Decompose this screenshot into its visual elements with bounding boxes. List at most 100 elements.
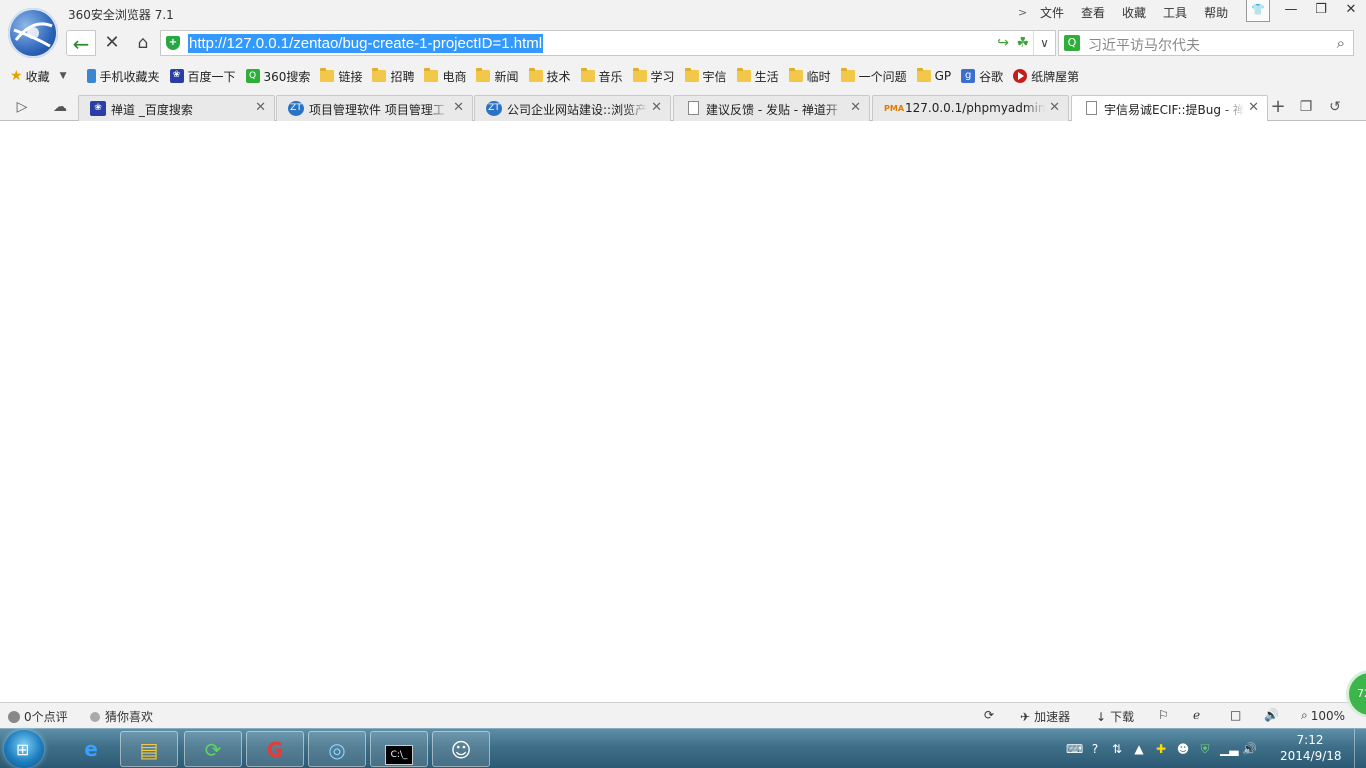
guess-you-like[interactable]: 猜你喜欢 bbox=[90, 708, 153, 725]
close-tab-icon[interactable]: ✕ bbox=[651, 100, 662, 115]
close-tab-icon[interactable]: ✕ bbox=[1049, 100, 1060, 115]
cloud-icon[interactable]: ☁ bbox=[50, 97, 70, 117]
tab[interactable]: 建议反馈 - 发贴 - 禅道开 ✕ bbox=[673, 95, 870, 121]
bookmark-folder[interactable]: 临时 bbox=[788, 68, 831, 85]
refresh-status-icon[interactable]: ⟳ bbox=[984, 708, 994, 722]
google-icon: g bbox=[961, 69, 976, 83]
qq-icon[interactable]: ☻ bbox=[1176, 742, 1190, 756]
zoom-control[interactable]: ⌕ 100% bbox=[1301, 708, 1345, 723]
ie-mode-icon[interactable]: ℯ bbox=[1193, 708, 1200, 722]
reviews-status[interactable]: 0个点评 bbox=[8, 708, 68, 725]
arrow-left-icon: ← bbox=[72, 32, 90, 56]
bookmark-folder[interactable]: 学习 bbox=[632, 68, 675, 85]
network-icon[interactable]: ⇅ bbox=[1110, 742, 1124, 756]
browser-logo[interactable] bbox=[8, 8, 58, 58]
stop-button[interactable]: ✕ bbox=[97, 30, 127, 56]
skin-icon[interactable]: 👕 bbox=[1246, 0, 1270, 22]
leaf-icon[interactable]: ☘ bbox=[1016, 35, 1029, 51]
bookmark-folder[interactable]: 生活 bbox=[736, 68, 779, 85]
flag-icon[interactable]: ⚐ bbox=[1158, 708, 1169, 722]
clock[interactable]: 7:12 2014/9/18 bbox=[1280, 732, 1342, 764]
bookmark-folder[interactable]: 宇信 bbox=[684, 68, 727, 85]
start-button[interactable]: ⊞ bbox=[4, 730, 44, 768]
show-desktop-button[interactable] bbox=[1354, 729, 1366, 768]
caret-down-icon[interactable]: ▼ bbox=[60, 71, 67, 81]
maximize-button[interactable]: ❐ bbox=[1306, 0, 1336, 22]
chevron-right-icon[interactable]: > bbox=[1018, 6, 1032, 19]
bookmark-item[interactable]: g 谷歌 bbox=[961, 68, 1003, 85]
new-tab-icon[interactable]: + bbox=[1268, 97, 1288, 117]
close-tab-icon[interactable]: ✕ bbox=[255, 100, 266, 115]
tab[interactable]: ZT 项目管理软件 项目管理工 ✕ bbox=[276, 95, 473, 121]
zentao-icon: ZT bbox=[288, 101, 304, 116]
favorites-button[interactable]: ★ 收藏 ▼ bbox=[10, 68, 77, 85]
volume-icon[interactable]: 🔊 bbox=[1242, 742, 1257, 756]
accelerator-button[interactable]: ✈ 加速器 bbox=[1020, 708, 1070, 725]
search-icon[interactable]: ⌕ bbox=[1337, 34, 1345, 52]
help-icon[interactable]: ? bbox=[1088, 742, 1102, 756]
tab-title: 宇信易诚ECIF::提Bug - 禅 bbox=[1104, 103, 1244, 117]
title-bar: 360安全浏览器 7.1 > 文件 查看 收藏 工具 帮助 👕 — ❐ ✕ bbox=[0, 0, 1366, 28]
address-bar[interactable]: + http://127.0.0.1/zentao/bug-create-1-p… bbox=[160, 30, 1056, 56]
menu-view[interactable]: 查看 bbox=[1081, 4, 1105, 21]
keyboard-icon[interactable]: ⌨ bbox=[1066, 742, 1083, 756]
menu-file[interactable]: 文件 bbox=[1040, 4, 1064, 21]
browser-360-icon[interactable]: ⟳ bbox=[184, 731, 242, 767]
cmd-icon[interactable]: C:\_ bbox=[370, 731, 428, 767]
download-button[interactable]: ↓ 下载 bbox=[1096, 708, 1134, 725]
window-icon[interactable]: □ bbox=[1230, 708, 1241, 722]
bookmark-folder[interactable]: GP bbox=[916, 68, 951, 83]
tab-active[interactable]: 宇信易诚ECIF::提Bug - 禅 ✕ bbox=[1071, 95, 1268, 122]
explorer-icon[interactable]: ▤ bbox=[120, 731, 178, 767]
bookmark-folder[interactable]: 新闻 bbox=[476, 68, 519, 85]
app-red-icon[interactable]: G bbox=[246, 731, 304, 767]
close-window-button[interactable]: ✕ bbox=[1336, 0, 1366, 22]
bookmark-item[interactable]: ❀ 百度一下 bbox=[169, 68, 236, 85]
shield-icon[interactable]: ⛨ bbox=[1198, 742, 1212, 757]
close-tab-icon[interactable]: ✕ bbox=[850, 100, 861, 115]
back-button[interactable]: ← bbox=[66, 30, 96, 56]
sidebar-toggle-icon[interactable]: ▷ bbox=[12, 97, 32, 117]
tab[interactable]: ❀ 禅道 _百度搜索 ✕ bbox=[78, 95, 275, 121]
undo-close-icon[interactable]: ↺ bbox=[1325, 97, 1345, 117]
browser-blue-icon[interactable]: ◎ bbox=[308, 731, 366, 767]
menu-tools[interactable]: 工具 bbox=[1163, 4, 1187, 21]
tab[interactable]: PMA 127.0.0.1/phpmyadmin ✕ bbox=[872, 95, 1069, 121]
bookmark-label: 技术 bbox=[546, 69, 571, 84]
tab-title: 127.0.0.1/phpmyadmin bbox=[905, 101, 1045, 115]
show-hidden-icons[interactable]: ▲ bbox=[1132, 742, 1146, 756]
bookmark-item[interactable]: 纸牌屋第 bbox=[1013, 68, 1079, 85]
page-content[interactable] bbox=[0, 121, 1366, 702]
sound-icon[interactable]: 🔊 bbox=[1264, 708, 1279, 722]
users-icon[interactable]: ☺ bbox=[432, 731, 490, 767]
home-button[interactable]: ⌂ bbox=[128, 30, 158, 56]
search-input[interactable]: 习近平访马尔代夫 bbox=[1088, 35, 1200, 55]
folder-icon bbox=[372, 68, 387, 82]
url-text[interactable]: http://127.0.0.1/zentao/bug-create-1-pro… bbox=[188, 34, 544, 53]
tab[interactable]: ZT 公司企业网站建设::浏览产 ✕ bbox=[474, 95, 671, 121]
bookmark-folder[interactable]: 电商 bbox=[424, 68, 466, 85]
bookmark-item[interactable]: 手机收藏夹 bbox=[86, 68, 160, 85]
bookmark-folder[interactable]: 一个问题 bbox=[840, 68, 907, 85]
plus-icon[interactable]: ✚ bbox=[1154, 742, 1168, 756]
menu-favorites[interactable]: 收藏 bbox=[1122, 4, 1146, 21]
search-engine-icon[interactable]: Q bbox=[1064, 35, 1080, 51]
bookmark-label: 谷歌 bbox=[979, 69, 1004, 84]
menu-help[interactable]: 帮助 bbox=[1204, 4, 1228, 21]
bookmark-folder[interactable]: 链接 bbox=[320, 68, 362, 85]
share-icon[interactable]: ↪ bbox=[997, 35, 1009, 51]
ie-icon[interactable]: e bbox=[62, 731, 120, 767]
close-tab-icon[interactable]: ✕ bbox=[453, 100, 464, 115]
search-box[interactable]: Q 习近平访马尔代夫 ⌕ bbox=[1058, 30, 1354, 56]
bookmark-folder[interactable]: 音乐 bbox=[580, 68, 623, 85]
bookmark-folder[interactable]: 技术 bbox=[528, 68, 571, 85]
bookmark-item[interactable]: Q 360搜索 bbox=[245, 68, 310, 85]
tab-list-icon[interactable]: ❐ bbox=[1296, 97, 1316, 117]
rocket-icon: ✈ bbox=[1020, 709, 1031, 724]
close-tab-icon[interactable]: ✕ bbox=[1248, 100, 1259, 115]
guess-label: 猜你喜欢 bbox=[105, 710, 154, 724]
signal-icon[interactable]: ▁▃ bbox=[1220, 742, 1238, 756]
minimize-button[interactable]: — bbox=[1276, 0, 1306, 22]
chevron-down-icon[interactable]: ∨ bbox=[1033, 31, 1055, 55]
bookmark-folder[interactable]: 招聘 bbox=[372, 68, 414, 85]
